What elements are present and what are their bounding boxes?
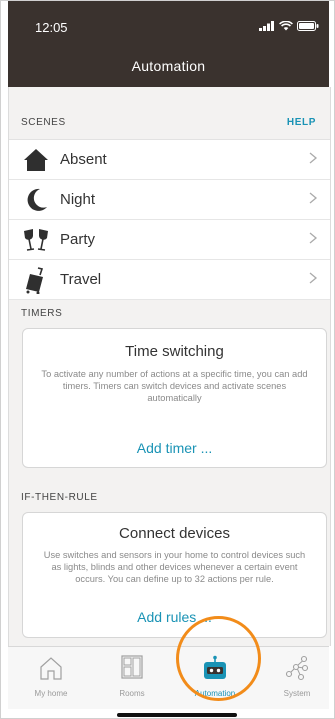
add-timer-link[interactable]: Add timer ...	[23, 440, 326, 456]
scene-item-travel[interactable]: Travel	[9, 260, 330, 300]
card-title: Connect devices	[119, 525, 230, 542]
scene-label: Party	[60, 231, 96, 248]
tab-label: My home	[34, 689, 68, 698]
phone-screen: 12:05 Automation SCENES HELP Absent Nigh…	[0, 0, 335, 719]
timer-card: Time switching To activate any number of…	[22, 328, 327, 468]
status-time: 12:05	[35, 20, 68, 35]
scene-label: Absent	[60, 151, 107, 168]
chevron-right-icon	[309, 272, 318, 284]
moon-icon	[22, 186, 50, 214]
chevron-right-icon	[309, 232, 318, 244]
page-title: Automation	[131, 58, 206, 74]
tab-bar: My home Rooms Automation System	[8, 646, 329, 709]
status-icons	[259, 21, 319, 31]
glasses-icon	[22, 226, 50, 254]
help-link[interactable]: HELP	[287, 117, 316, 128]
card-title: Time switching	[125, 343, 224, 360]
timers-section-label: TIMERS	[21, 308, 63, 319]
rules-section-label: IF-THEN-RULE	[21, 492, 98, 503]
network-icon	[265, 655, 329, 681]
rooms-icon	[100, 655, 164, 681]
highlight-ring	[176, 616, 261, 701]
add-rules-link[interactable]: Add rules ...	[23, 609, 326, 625]
tab-my-home[interactable]: My home	[19, 647, 83, 709]
tab-rooms[interactable]: Rooms	[100, 647, 164, 709]
scene-list: Absent Night Party Travel	[9, 139, 330, 300]
home-outline-icon	[19, 655, 83, 681]
card-description: Use switches and sensors in your home to…	[43, 550, 306, 584]
scene-label: Night	[60, 191, 96, 208]
suitcase-icon	[22, 266, 50, 294]
tab-label: Rooms	[119, 689, 145, 698]
tab-label: System	[283, 689, 311, 698]
chevron-right-icon	[309, 192, 318, 204]
scene-item-night[interactable]: Night	[9, 180, 330, 220]
scene-item-absent[interactable]: Absent	[9, 140, 330, 180]
rules-card: Connect devices Use switches and sensors…	[22, 512, 327, 638]
card-description: To activate any number of actions at a s…	[41, 369, 308, 403]
app-header: 12:05 Automation	[8, 1, 329, 87]
signal-icon	[259, 21, 274, 31]
automation-content: SCENES HELP Absent Night Party Travel TI…	[8, 87, 331, 646]
wifi-icon	[279, 21, 293, 31]
scenes-section-label: SCENES	[21, 117, 66, 128]
home-indicator	[117, 713, 237, 717]
scene-item-party[interactable]: Party	[9, 220, 330, 260]
scene-label: Travel	[60, 271, 102, 288]
house-icon	[22, 146, 50, 174]
chevron-right-icon	[309, 152, 318, 164]
tab-system[interactable]: System	[265, 647, 329, 709]
battery-icon	[297, 21, 319, 31]
